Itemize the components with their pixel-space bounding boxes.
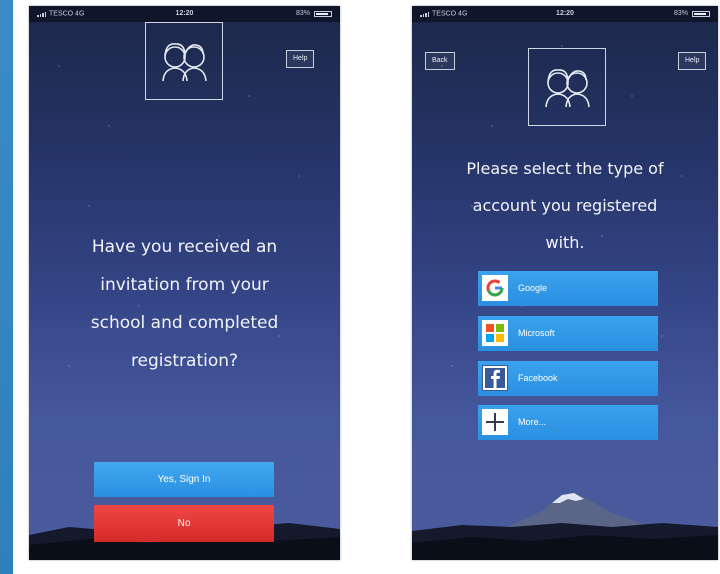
status-bar: TESCO 4G 12:20 83% [29,6,340,22]
battery-icon [314,11,332,17]
status-time: 12:20 [175,10,194,17]
invitation-question: Have you received an invitation from you… [29,228,340,380]
more-sign-in-button[interactable]: More... [478,405,658,440]
facebook-sign-in-button[interactable]: Facebook [478,361,658,396]
question-line: Have you received an [91,237,278,257]
battery-icon [692,11,710,17]
provider-label: Microsoft [518,328,555,338]
back-button[interactable]: Back [425,52,455,70]
question-line: invitation from your [100,275,269,295]
no-button[interactable]: No [94,505,274,542]
google-sign-in-button[interactable]: Google [478,271,658,306]
facebook-icon [482,365,508,391]
provider-label: Google [518,283,548,293]
plus-icon [482,409,508,435]
question-line: registration? [130,351,239,371]
phone-screen-invitation: TESCO 4G 12:20 83% Help Have you receive… [29,6,340,560]
microsoft-icon [482,320,508,346]
mountain-landscape [412,493,718,560]
microsoft-sign-in-button[interactable]: Microsoft [478,316,658,351]
provider-label: More... [518,417,547,427]
phone-screen-account-type: TESCO 4G 12:20 83% Back Help Please sele… [412,6,718,560]
provider-label: Facebook [518,373,558,383]
status-time: 12:20 [556,10,574,17]
question-line: Please select the type of [466,159,664,178]
status-battery-percent: 83% [673,10,688,17]
help-button[interactable]: Help [678,52,707,70]
google-icon [482,275,508,301]
status-battery-percent: 83% [295,10,310,17]
users-logo-icon [528,48,606,126]
yes-sign-in-button[interactable]: Yes, Sign In [94,462,274,497]
help-button[interactable]: Help [286,50,315,68]
users-logo-icon [145,22,223,100]
account-type-question: Please select the type of account you re… [412,150,718,261]
question-line: with. [545,233,585,252]
question-line: account you registered [472,196,658,215]
status-bar: TESCO 4G 12:20 83% [412,6,718,22]
left-edge-strip [0,0,13,574]
question-line: school and completed [90,313,279,333]
